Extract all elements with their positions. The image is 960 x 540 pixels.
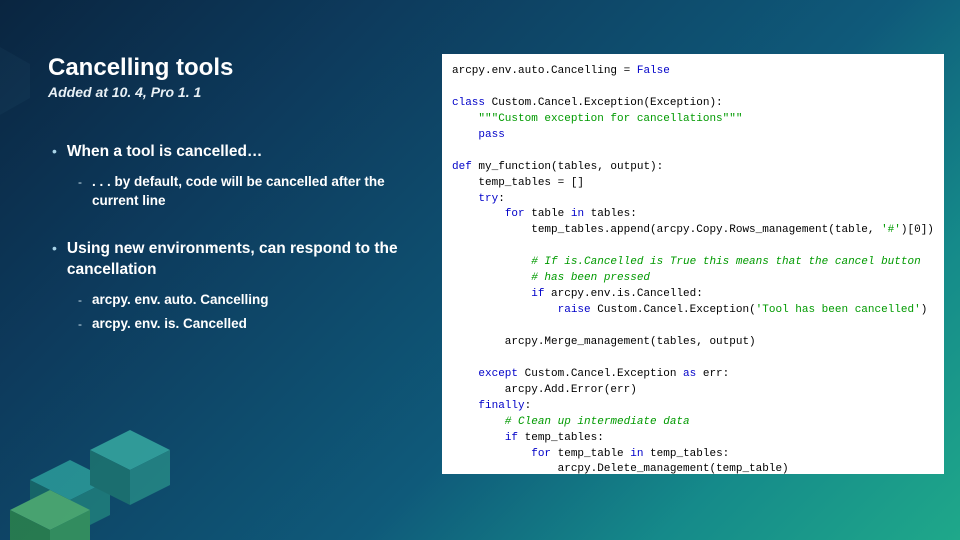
bullet-1a: . . . by default, code will be cancelled… xyxy=(92,173,392,211)
bullet-icon: • xyxy=(52,239,57,259)
bullet-icon: • xyxy=(52,142,57,162)
dash-icon: - xyxy=(78,173,82,191)
bullet-2: Using new environments, can respond to t… xyxy=(67,239,428,281)
decorative-cubes xyxy=(0,360,260,540)
dash-icon: - xyxy=(78,315,82,333)
code-snippet: arcpy.env.auto.Cancelling = False class … xyxy=(442,54,944,474)
bullet-2a: arcpy. env. auto. Cancelling xyxy=(92,291,269,310)
slide-text: Cancelling tools Added at 10. 4, Pro 1. … xyxy=(48,54,428,362)
dash-icon: - xyxy=(78,291,82,309)
bullet-1: When a tool is cancelled… xyxy=(67,142,263,163)
page-subtitle: Added at 10. 4, Pro 1. 1 xyxy=(48,84,428,100)
bullet-2b: arcpy. env. is. Cancelled xyxy=(92,315,247,334)
page-title: Cancelling tools xyxy=(48,54,428,82)
